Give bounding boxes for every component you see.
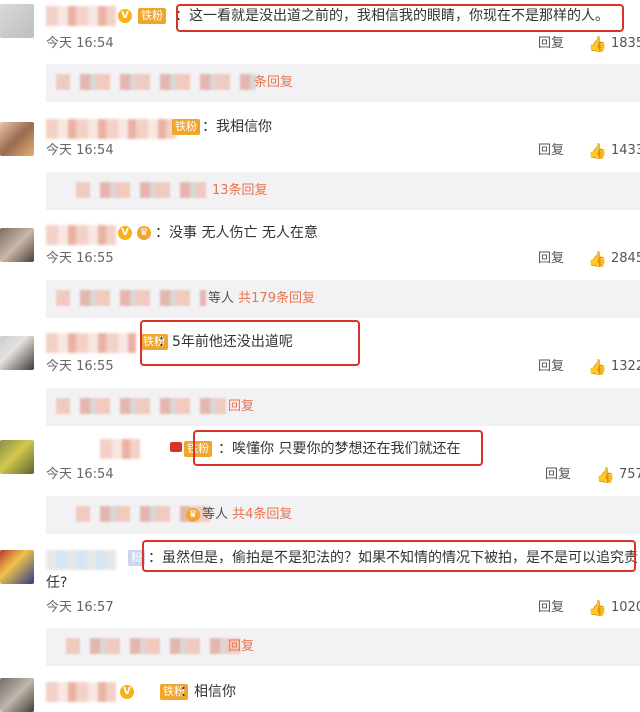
avatar[interactable] xyxy=(0,228,34,262)
comment-time: 今天 16:54 xyxy=(46,36,114,51)
like-count: 1433 xyxy=(611,143,640,158)
subreply-box[interactable]: 13条回复 xyxy=(46,172,640,210)
blurred-names xyxy=(76,182,206,198)
thumbs-up-icon[interactable]: 👍 xyxy=(588,143,607,159)
crown-icon: ♛ xyxy=(186,508,200,522)
username-blurred[interactable] xyxy=(46,119,176,139)
comment-time: 今天 16:54 xyxy=(46,467,114,482)
comment-text: ：我相信你 xyxy=(202,119,272,135)
username-blurred[interactable] xyxy=(46,333,136,353)
avatar[interactable] xyxy=(0,122,34,156)
view-replies-link[interactable]: 等人 共179条回复 xyxy=(208,290,315,308)
fan-badge: 铁粉 xyxy=(138,8,166,24)
thumbs-up-icon[interactable]: 👍 xyxy=(596,467,615,483)
username-blurred[interactable] xyxy=(100,439,140,459)
like-count: 757 xyxy=(619,467,640,482)
view-replies-link[interactable]: 13条回复 xyxy=(212,182,268,200)
username-blurred[interactable] xyxy=(46,225,116,245)
comment-time: 今天 16:55 xyxy=(46,359,114,374)
comment-row: V ♛ ：没事 无人伤亡 无人在意 今天 16:55 回复 👍 2845 xyxy=(0,216,640,278)
highlight-box xyxy=(142,540,636,572)
comment-time: 今天 16:57 xyxy=(46,600,114,615)
flag-icon xyxy=(170,442,182,452)
subreply-box[interactable]: ♛ 等人 共4条回复 xyxy=(46,496,640,534)
avatar[interactable] xyxy=(0,550,34,584)
avatar[interactable] xyxy=(0,440,34,474)
comment-time: 今天 16:54 xyxy=(46,143,114,158)
reply-button[interactable]: 回复 xyxy=(545,466,571,484)
comment-time: 今天 16:55 xyxy=(46,251,114,266)
avatar[interactable] xyxy=(0,4,34,38)
reply-count[interactable]: 共179条回复 xyxy=(238,291,315,306)
people-label: 等人 xyxy=(208,291,235,306)
blurred-names xyxy=(56,74,256,90)
view-replies-link[interactable]: 等人 共4条回复 xyxy=(202,506,292,524)
reply-button[interactable]: 回复 xyxy=(538,35,564,53)
thumbs-up-icon[interactable]: 👍 xyxy=(588,251,607,267)
avatar[interactable] xyxy=(0,678,34,712)
comment-text: ：没事 无人伤亡 无人在意 xyxy=(155,225,318,241)
subreply-box[interactable]: 回复 xyxy=(46,388,640,426)
thumbs-up-icon[interactable]: 👍 xyxy=(588,36,607,52)
comment-text-continued: 任? xyxy=(46,575,68,591)
username-blurred[interactable] xyxy=(46,550,116,570)
verified-v-icon: V xyxy=(118,9,132,23)
crown-icon: ♛ xyxy=(137,226,151,240)
reply-count[interactable]: 共4条回复 xyxy=(232,507,292,522)
subreply-box[interactable]: 回复 xyxy=(46,628,640,666)
like-count: 1835 xyxy=(611,36,640,51)
reply-button[interactable]: 回复 xyxy=(538,358,564,376)
thumbs-up-icon[interactable]: 👍 xyxy=(588,359,607,375)
like-count: 1322 xyxy=(611,359,640,374)
blurred-names xyxy=(56,290,206,306)
view-replies-link[interactable]: 回复 xyxy=(228,398,254,416)
highlight-box xyxy=(140,320,360,366)
highlight-box xyxy=(193,430,483,466)
view-replies-link[interactable]: 回复 xyxy=(228,638,254,656)
username-blurred[interactable] xyxy=(46,6,116,26)
like-count: 2845 xyxy=(611,251,640,266)
username-blurred[interactable] xyxy=(46,682,116,702)
subreply-box[interactable]: 条回复 xyxy=(46,64,640,102)
people-label: 等人 xyxy=(202,507,229,522)
reply-button[interactable]: 回复 xyxy=(538,250,564,268)
fan-badge: 铁粉 xyxy=(172,119,200,135)
comment-text: ：相信你 xyxy=(180,684,236,700)
reply-button[interactable]: 回复 xyxy=(538,599,564,617)
comment-row: V 铁粉 ：相信你 xyxy=(0,672,640,712)
comment-row: 铁粉 ：我相信你 今天 16:54 回复 👍 1433 xyxy=(0,108,640,170)
verified-v-icon: V xyxy=(120,685,134,699)
view-replies-link[interactable]: 条回复 xyxy=(254,74,293,92)
blurred-names xyxy=(66,638,246,654)
highlight-box xyxy=(176,4,624,32)
thumbs-up-icon[interactable]: 👍 xyxy=(588,600,607,616)
like-count: 1020 xyxy=(611,600,640,615)
blurred-names xyxy=(56,398,226,414)
subreply-box[interactable]: 等人 共179条回复 xyxy=(46,280,640,318)
reply-button[interactable]: 回复 xyxy=(538,142,564,160)
avatar[interactable] xyxy=(0,336,34,370)
verified-v-icon: V xyxy=(118,226,132,240)
